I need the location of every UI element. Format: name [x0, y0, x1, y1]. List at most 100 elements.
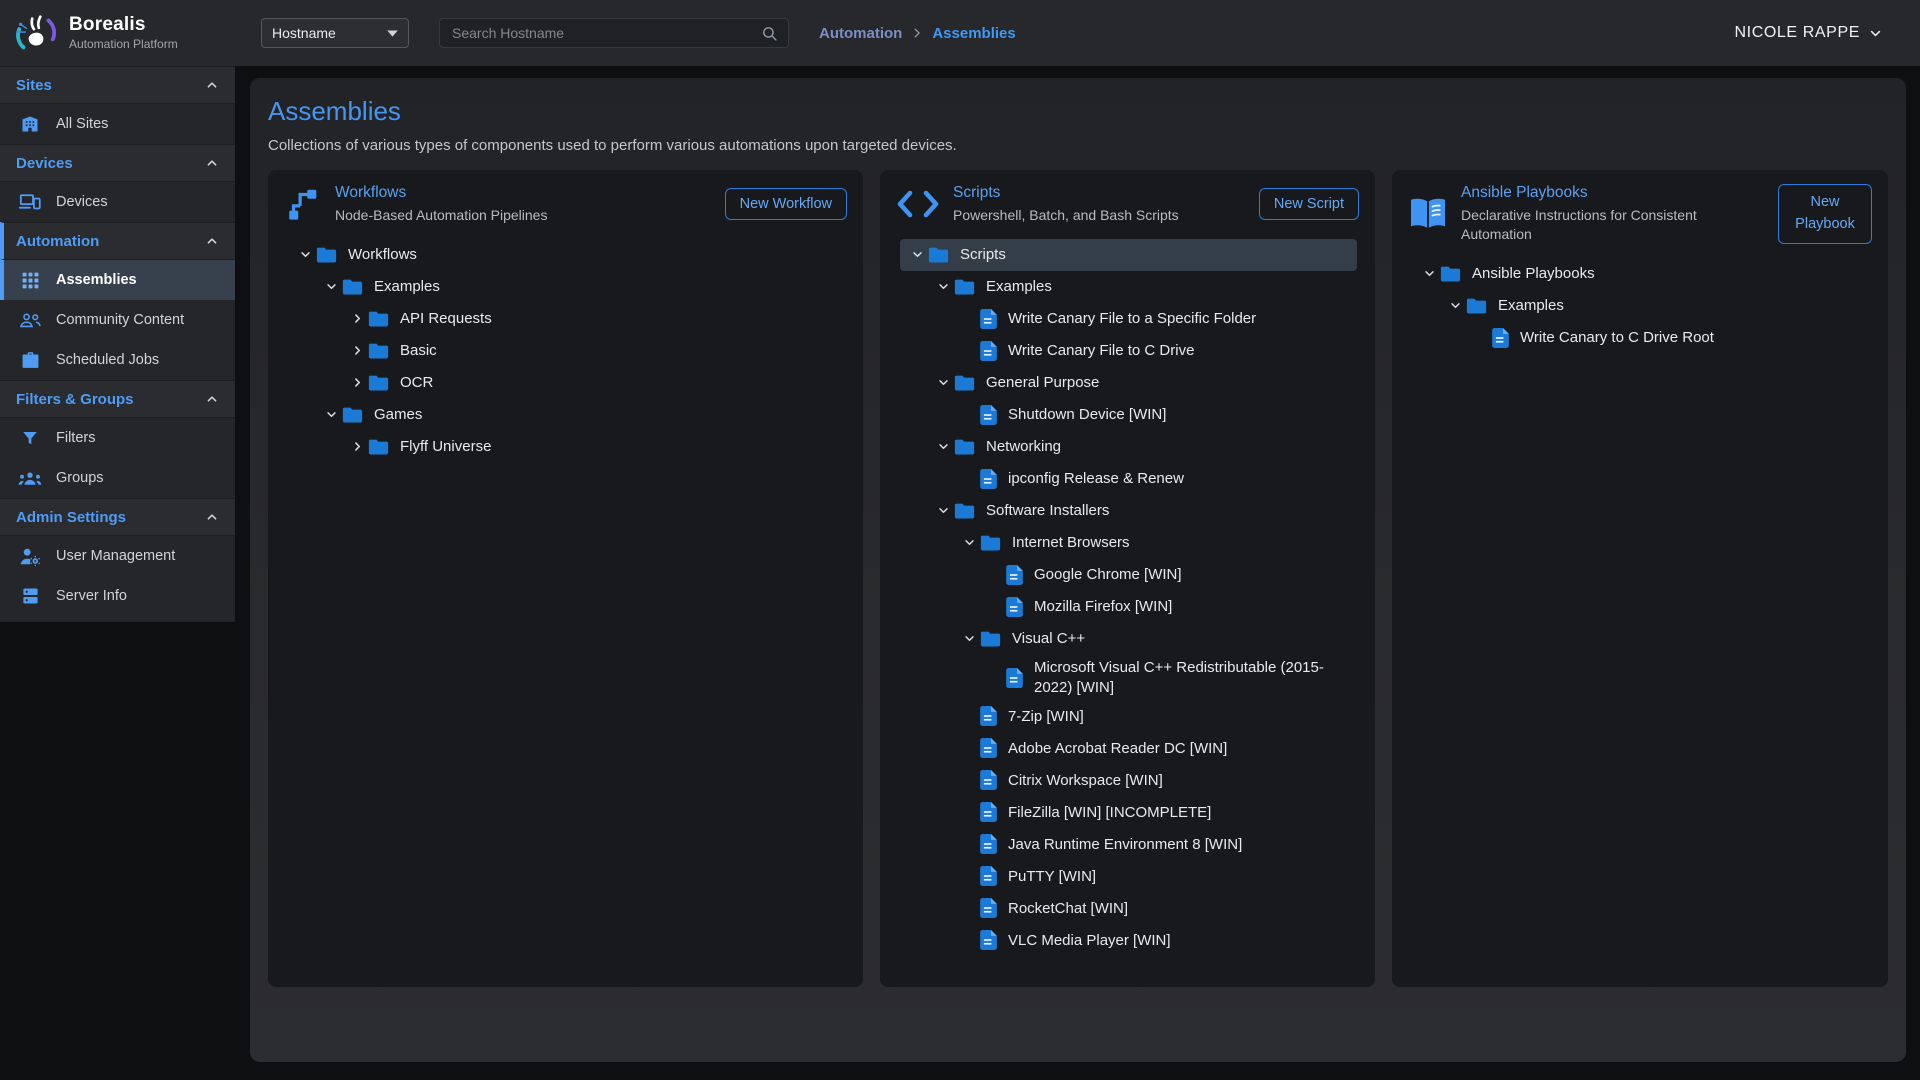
- tree-item-label: Flyff Universe: [400, 434, 491, 460]
- new-playbook-button[interactable]: New Playbook: [1778, 184, 1872, 244]
- tree-item-networking[interactable]: Networking: [900, 431, 1357, 463]
- card-title-workflows[interactable]: Workflows: [335, 184, 712, 202]
- tree-item-examples[interactable]: Examples: [900, 271, 1357, 303]
- sidebar-section-devices[interactable]: Devices: [0, 144, 235, 182]
- folder-icon: [342, 278, 363, 296]
- tree-item-flyff-universe[interactable]: Flyff Universe: [288, 431, 845, 463]
- tree-item-microsoft-visual-c-redistributable-2015-2022-win[interactable]: Microsoft Visual C++ Redistributable (20…: [900, 655, 1357, 701]
- chevron-down-icon[interactable]: [932, 279, 954, 294]
- sidebar-item-groups[interactable]: Groups: [0, 458, 235, 498]
- sidebar-item-all-sites[interactable]: All Sites: [0, 104, 235, 144]
- chevron-down-icon[interactable]: [958, 535, 980, 550]
- chevron-down-icon[interactable]: [932, 503, 954, 518]
- tree-item-rocketchat-win[interactable]: RocketChat [WIN]: [900, 892, 1357, 924]
- sidebar-section-label: Automation: [16, 233, 99, 250]
- tree-item-workflows[interactable]: Workflows: [288, 239, 845, 271]
- tree-item-examples[interactable]: Examples: [288, 271, 845, 303]
- tree-item-google-chrome-win[interactable]: Google Chrome [WIN]: [900, 559, 1357, 591]
- file-icon: [1006, 565, 1023, 585]
- chevron-right-icon[interactable]: [346, 311, 368, 326]
- sidebar-item-community-content[interactable]: Community Content: [0, 300, 235, 340]
- tree-item-putty-win[interactable]: PuTTY [WIN]: [900, 860, 1357, 892]
- chevron-down-icon[interactable]: [1418, 266, 1440, 281]
- grid-icon: [18, 271, 42, 290]
- borealis-rabbit-logo-icon: [13, 10, 59, 56]
- breadcrumb-link-assemblies[interactable]: Assemblies: [932, 25, 1015, 42]
- tree-item-7-zip-win[interactable]: 7-Zip [WIN]: [900, 700, 1357, 732]
- sidebar-item-label: Server Info: [56, 588, 127, 604]
- tree-item-write-canary-file-to-c-drive[interactable]: Write Canary File to C Drive: [900, 335, 1357, 367]
- sidebar-section-label: Sites: [16, 77, 52, 94]
- card-header-text: ScriptsPowershell, Batch, and Bash Scrip…: [953, 184, 1246, 225]
- tree-item-label: Java Runtime Environment 8 [WIN]: [1008, 832, 1242, 858]
- tree-item-label: Write Canary File to C Drive: [1008, 338, 1194, 364]
- search-icon[interactable]: [761, 25, 778, 42]
- chevron-down-icon[interactable]: [906, 247, 928, 262]
- devices-icon: [18, 193, 42, 211]
- tree-item-ipconfig-release-renew[interactable]: ipconfig Release & Renew: [900, 463, 1357, 495]
- sidebar-item-scheduled-jobs[interactable]: Scheduled Jobs: [0, 340, 235, 380]
- tree-item-shutdown-device-win[interactable]: Shutdown Device [WIN]: [900, 399, 1357, 431]
- chevron-down-icon[interactable]: [958, 631, 980, 646]
- folder-icon: [980, 630, 1001, 648]
- tree-item-games[interactable]: Games: [288, 399, 845, 431]
- folder-icon: [954, 438, 975, 456]
- chevron-down-icon[interactable]: [320, 407, 342, 422]
- sidebar-section-filters-groups[interactable]: Filters & Groups: [0, 380, 235, 418]
- tree-item-label: Adobe Acrobat Reader DC [WIN]: [1008, 736, 1227, 762]
- chevron-down-icon[interactable]: [1444, 298, 1466, 313]
- folder-icon: [980, 534, 1001, 552]
- user-menu[interactable]: NICOLE RAPPE: [1735, 24, 1884, 42]
- sidebar-item-user-management[interactable]: User Management: [0, 536, 235, 576]
- tree-item-general-purpose[interactable]: General Purpose: [900, 367, 1357, 399]
- tree-item-java-runtime-environment-8-win[interactable]: Java Runtime Environment 8 [WIN]: [900, 828, 1357, 860]
- tree-item-filezilla-win-incomplete[interactable]: FileZilla [WIN] [INCOMPLETE]: [900, 796, 1357, 828]
- chevron-right-icon[interactable]: [346, 375, 368, 390]
- tree-item-ocr[interactable]: OCR: [288, 367, 845, 399]
- sidebar-section-automation[interactable]: Automation: [0, 222, 235, 260]
- tree-item-citrix-workspace-win[interactable]: Citrix Workspace [WIN]: [900, 764, 1357, 796]
- sidebar-item-filters[interactable]: Filters: [0, 418, 235, 458]
- sidebar-section-admin-settings[interactable]: Admin Settings: [0, 498, 235, 536]
- chevron-right-icon[interactable]: [346, 343, 368, 358]
- chevron-down-icon[interactable]: [294, 247, 316, 262]
- chevron-right-icon[interactable]: [346, 439, 368, 454]
- sidebar-item-server-info[interactable]: Server Info: [0, 576, 235, 616]
- tree-item-internet-browsers[interactable]: Internet Browsers: [900, 527, 1357, 559]
- folder-icon: [928, 246, 949, 264]
- tree-item-api-requests[interactable]: API Requests: [288, 303, 845, 335]
- tree-item-ansible-playbooks[interactable]: Ansible Playbooks: [1412, 258, 1870, 290]
- sidebar-section-label: Admin Settings: [16, 509, 126, 526]
- tree-item-adobe-acrobat-reader-dc-win[interactable]: Adobe Acrobat Reader DC [WIN]: [900, 732, 1357, 764]
- chevron-down-icon[interactable]: [932, 375, 954, 390]
- file-icon: [980, 898, 997, 918]
- hostname-select[interactable]: Hostname: [261, 18, 409, 48]
- sidebar-item-assemblies[interactable]: Assemblies: [0, 260, 235, 300]
- new-script-button[interactable]: New Script: [1259, 188, 1359, 220]
- tree-item-label: Examples: [1498, 293, 1564, 319]
- tree-item-examples[interactable]: Examples: [1412, 290, 1870, 322]
- tree-item-basic[interactable]: Basic: [288, 335, 845, 367]
- tree-item-scripts[interactable]: Scripts: [900, 239, 1357, 271]
- brand: Borealis Automation Platform: [0, 10, 235, 56]
- tree-item-write-canary-file-to-a-specific-folder[interactable]: Write Canary File to a Specific Folder: [900, 303, 1357, 335]
- chevron-down-icon[interactable]: [320, 279, 342, 294]
- tree-item-vlc-media-player-win[interactable]: VLC Media Player [WIN]: [900, 924, 1357, 956]
- search-input[interactable]: [450, 24, 761, 42]
- folder-icon: [954, 502, 975, 520]
- new-workflow-button[interactable]: New Workflow: [725, 188, 847, 220]
- file-icon: [980, 469, 997, 489]
- tree-item-mozilla-firefox-win[interactable]: Mozilla Firefox [WIN]: [900, 591, 1357, 623]
- breadcrumb-link-automation[interactable]: Automation: [819, 25, 902, 42]
- card-title-scripts[interactable]: Scripts: [953, 184, 1246, 202]
- user-name: NICOLE RAPPE: [1735, 24, 1860, 42]
- sidebar-item-devices[interactable]: Devices: [0, 182, 235, 222]
- tree-item-software-installers[interactable]: Software Installers: [900, 495, 1357, 527]
- chevron-down-icon[interactable]: [932, 439, 954, 454]
- card-title-ansible-playbooks[interactable]: Ansible Playbooks: [1461, 184, 1765, 202]
- sidebar-section-sites[interactable]: Sites: [0, 66, 235, 104]
- briefcase-icon: [18, 351, 42, 369]
- file-icon: [980, 866, 997, 886]
- tree-item-write-canary-to-c-drive-root[interactable]: Write Canary to C Drive Root: [1412, 322, 1870, 354]
- tree-item-visual-c[interactable]: Visual C++: [900, 623, 1357, 655]
